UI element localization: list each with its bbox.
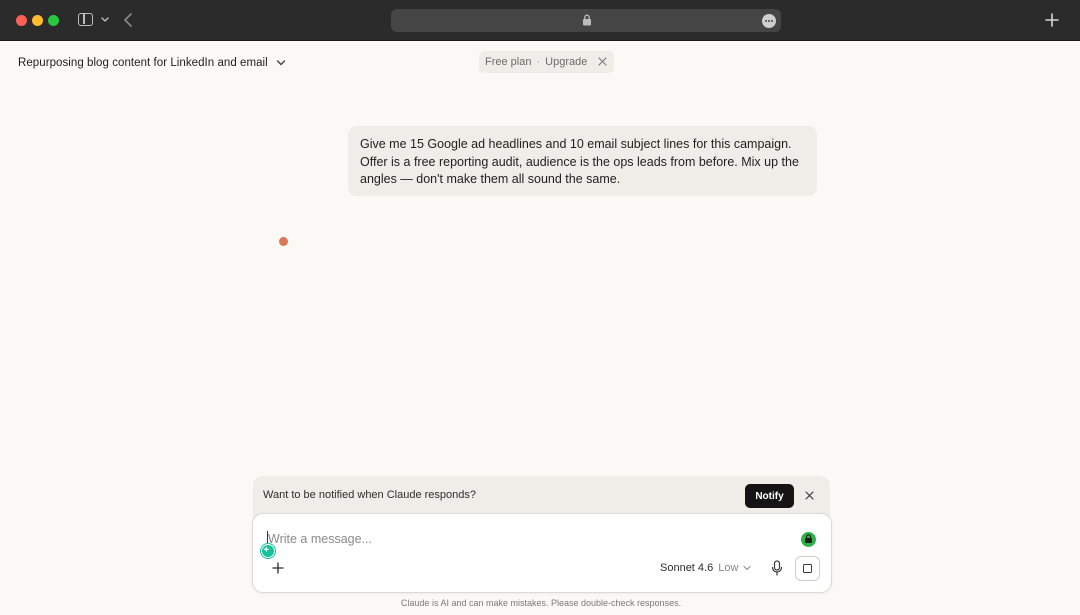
model-selector[interactable]: Sonnet 4.6 Low: [660, 561, 751, 575]
back-arrow-icon[interactable]: [122, 12, 134, 28]
microphone-icon[interactable]: [770, 560, 784, 576]
close-icon[interactable]: [805, 491, 814, 500]
disclaimer: Claude is AI and can make mistakes. Plea…: [400, 598, 682, 608]
plan-separator: ·: [536, 56, 541, 68]
chat-title-menu[interactable]: Repurposing blog content for LinkedIn an…: [18, 54, 286, 72]
minimize-window-button[interactable]: [32, 15, 43, 26]
stop-button[interactable]: [795, 556, 820, 581]
zoom-window-button[interactable]: [48, 15, 59, 26]
sidebar-icon[interactable]: [78, 13, 93, 26]
upgrade-link[interactable]: Upgrade: [545, 56, 587, 68]
message-input[interactable]: [268, 529, 768, 549]
plan-badge: Free plan · Upgrade: [479, 51, 614, 73]
chevron-down-icon: [743, 565, 751, 571]
grammarly-icon[interactable]: [261, 544, 275, 558]
lock-icon: [583, 14, 591, 26]
chevron-down-icon: [276, 60, 285, 66]
model-name: Sonnet 4.6: [660, 562, 714, 574]
add-attachment-button[interactable]: [271, 561, 285, 575]
close-icon[interactable]: [598, 57, 607, 66]
message-composer: Sonnet 4.6 Low: [252, 513, 832, 593]
extension-icon[interactable]: [801, 532, 816, 547]
new-tab-icon[interactable]: [1044, 12, 1060, 28]
address-bar[interactable]: [391, 9, 781, 32]
chevron-down-icon[interactable]: [100, 13, 110, 25]
browser-titlebar: [0, 0, 1080, 41]
thinking-indicator: [279, 237, 288, 246]
stop-icon: [803, 564, 812, 573]
plan-label: Free plan: [485, 56, 532, 68]
user-message: Give me 15 Google ad headlines and 10 em…: [348, 126, 817, 196]
notify-button[interactable]: Notify: [745, 484, 794, 508]
effort-level: Low: [718, 562, 739, 574]
chat-title: Repurposing blog content for LinkedIn an…: [18, 57, 268, 69]
close-window-button[interactable]: [16, 15, 27, 26]
notify-text: Want to be notified when Claude responds…: [263, 489, 477, 501]
more-icon[interactable]: [762, 14, 776, 28]
